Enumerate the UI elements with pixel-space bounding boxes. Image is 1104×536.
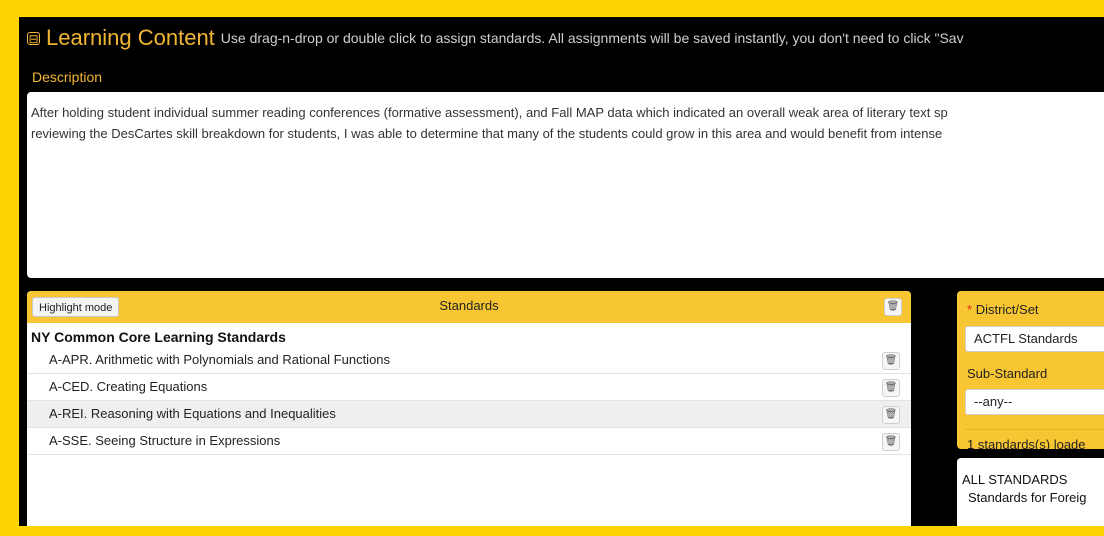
- remove-standard-trash-icon[interactable]: 🗑: [882, 379, 900, 397]
- section-header: ⊟ Learning Content Use drag-n-drop or do…: [19, 17, 1104, 59]
- standard-row[interactable]: A-CED. Creating Equations 🗑: [27, 374, 911, 401]
- all-standards-title[interactable]: ALL STANDARDS: [962, 472, 1067, 487]
- learning-content-section: ⊟ Learning Content Use drag-n-drop or do…: [19, 17, 1104, 526]
- filter-divider: [965, 429, 1104, 430]
- standards-list: A-APR. Arithmetic with Polynomials and R…: [27, 347, 911, 455]
- standard-row[interactable]: A-APR. Arithmetic with Polynomials and R…: [27, 347, 911, 374]
- standard-label: A-REI. Reasoning with Equations and Ineq…: [49, 406, 336, 421]
- all-standards-tree: ALL STANDARDS Standards for Foreig: [957, 458, 1104, 526]
- standards-panel: Highlight mode Standards 🗑 NY Common Cor…: [27, 291, 911, 526]
- description-field[interactable]: After holding student individual summer …: [27, 92, 1104, 278]
- description-text: After holding student individual summer …: [31, 105, 948, 141]
- district-set-label-text: District/Set: [975, 302, 1039, 317]
- section-title[interactable]: Learning Content: [46, 25, 215, 51]
- remove-standard-trash-icon[interactable]: 🗑: [882, 352, 900, 370]
- remove-standard-trash-icon[interactable]: 🗑: [882, 406, 900, 424]
- standard-label: A-CED. Creating Equations: [49, 379, 208, 394]
- standards-tree-item[interactable]: Standards for Foreig: [968, 490, 1087, 505]
- district-set-label: * District/Set: [967, 302, 1039, 317]
- standard-row[interactable]: A-REI. Reasoning with Equations and Ineq…: [27, 401, 911, 428]
- standards-filter-panel: * District/Set ACTFL Standards Sub-Stand…: [957, 291, 1104, 449]
- standards-header: Highlight mode Standards 🗑: [27, 291, 911, 323]
- standards-loaded-count: 1 standards(s) loade: [967, 437, 1086, 449]
- remove-standard-trash-icon[interactable]: 🗑: [882, 433, 900, 451]
- standards-title: Standards: [439, 298, 499, 313]
- description-label: Description: [32, 69, 103, 85]
- required-marker: *: [967, 302, 973, 317]
- sub-standard-label: Sub-Standard: [967, 366, 1048, 381]
- standard-label: A-APR. Arithmetic with Polynomials and R…: [49, 352, 391, 367]
- standard-row[interactable]: A-SSE. Seeing Structure in Expressions 🗑: [27, 428, 911, 455]
- collapse-icon[interactable]: ⊟: [27, 31, 40, 45]
- standards-group-title: NY Common Core Learning Standards: [31, 329, 286, 345]
- sub-standard-select[interactable]: --any--: [965, 389, 1104, 415]
- section-hint: Use drag-n-drop or double click to assig…: [220, 30, 964, 46]
- standard-label: A-SSE. Seeing Structure in Expressions: [49, 433, 281, 448]
- district-set-select[interactable]: ACTFL Standards: [965, 326, 1104, 352]
- clear-standards-trash-icon[interactable]: 🗑: [884, 298, 902, 316]
